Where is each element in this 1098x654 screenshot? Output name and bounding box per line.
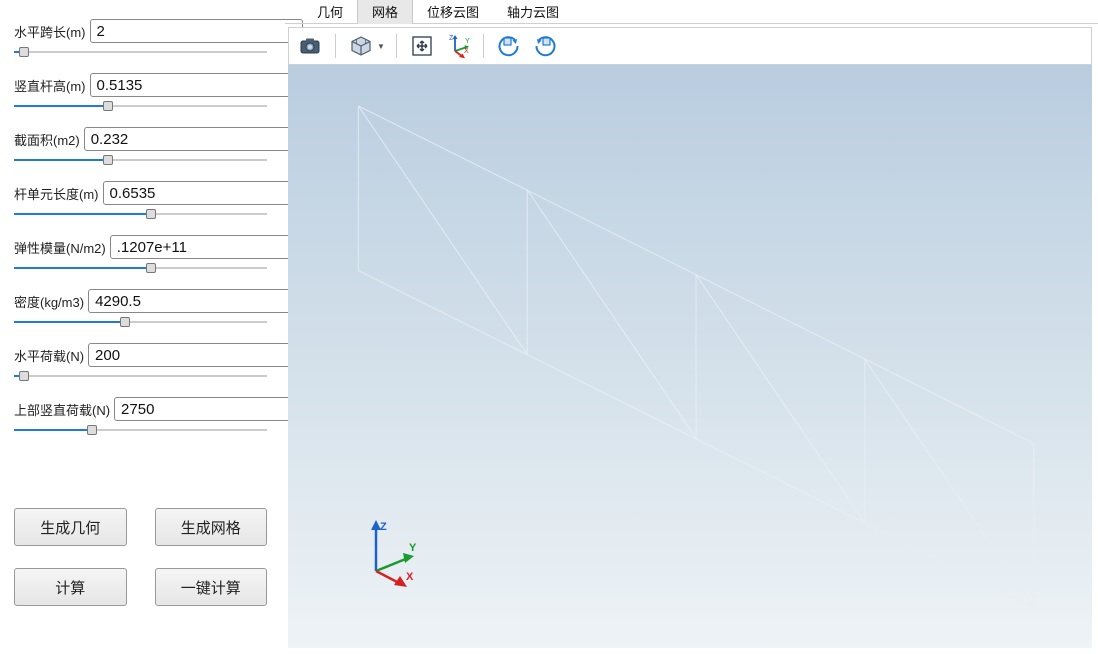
expand-icon [410, 34, 434, 58]
tab-2[interactable]: 位移云图 [413, 0, 493, 24]
param-input-6[interactable] [88, 343, 301, 367]
svg-text:Z: Z [449, 35, 454, 42]
view-mode-button[interactable] [346, 31, 376, 61]
rotate-cw-button[interactable] [530, 31, 560, 61]
param-label: 水平跨长(m) [14, 22, 90, 41]
orientation-triad: Z Y X [356, 516, 428, 588]
view-mode-dropdown[interactable]: ▼ [376, 31, 386, 61]
param-slider-3[interactable] [14, 208, 267, 220]
param-input-1[interactable] [90, 73, 303, 97]
param-slider-4[interactable] [14, 262, 267, 274]
camera-icon [298, 34, 322, 58]
param-slider-2[interactable] [14, 154, 267, 166]
param-input-2[interactable] [84, 127, 297, 151]
calculate-button[interactable]: 计算 [14, 568, 127, 606]
svg-text:Y: Y [465, 38, 470, 45]
param-label: 弹性模量(N/m2) [14, 238, 110, 257]
svg-text:Z: Z [380, 521, 387, 533]
tab-3[interactable]: 轴力云图 [493, 0, 573, 24]
viewport-toolbar: ▼ Z Y X [288, 27, 1092, 65]
param-slider-1[interactable] [14, 100, 267, 112]
rotate-cw-icon [533, 34, 557, 58]
param-input-0[interactable] [90, 19, 303, 43]
tab-1[interactable]: 网格 [357, 0, 413, 24]
param-label: 截面积(m2) [14, 130, 84, 149]
tab-bar: 几何网格位移云图轴力云图 [285, 0, 1098, 24]
sidebar: 水平跨长(m) 竖直杆高(m) 截面积(m2) 杆单元长度(m) 弹性模量(N/m2) 密… [0, 0, 285, 654]
main-panel: 几何网格位移云图轴力云图 ▼ [285, 0, 1098, 654]
svg-text:X: X [464, 48, 469, 55]
param-slider-5[interactable] [14, 316, 267, 328]
param-label: 密度(kg/m3) [14, 292, 88, 311]
svg-text:Y: Y [409, 542, 417, 554]
param-slider-6[interactable] [14, 370, 267, 382]
calculate-all-button[interactable]: 一键计算 [155, 568, 268, 606]
param-label: 水平荷载(N) [14, 346, 88, 365]
generate-geometry-button[interactable]: 生成几何 [14, 508, 127, 546]
generate-mesh-button[interactable]: 生成网格 [155, 508, 268, 546]
viewport-3d[interactable]: Z Y X [288, 65, 1092, 648]
fit-view-button[interactable] [407, 31, 437, 61]
axes-icon: Z Y X [445, 33, 471, 59]
axes-toggle-button[interactable]: Z Y X [443, 31, 473, 61]
param-input-3[interactable] [103, 181, 316, 205]
param-label: 上部竖直荷载(N) [14, 400, 114, 419]
param-input-5[interactable] [88, 289, 301, 313]
param-label: 杆单元长度(m) [14, 184, 103, 203]
rotate-ccw-icon [497, 34, 521, 58]
param-slider-7[interactable] [14, 424, 267, 436]
svg-text:X: X [406, 571, 414, 583]
tab-0[interactable]: 几何 [303, 0, 357, 24]
param-label: 竖直杆高(m) [14, 76, 90, 95]
screenshot-button[interactable] [295, 31, 325, 61]
rotate-ccw-button[interactable] [494, 31, 524, 61]
param-slider-0[interactable] [14, 46, 267, 58]
cube-icon [349, 34, 373, 58]
